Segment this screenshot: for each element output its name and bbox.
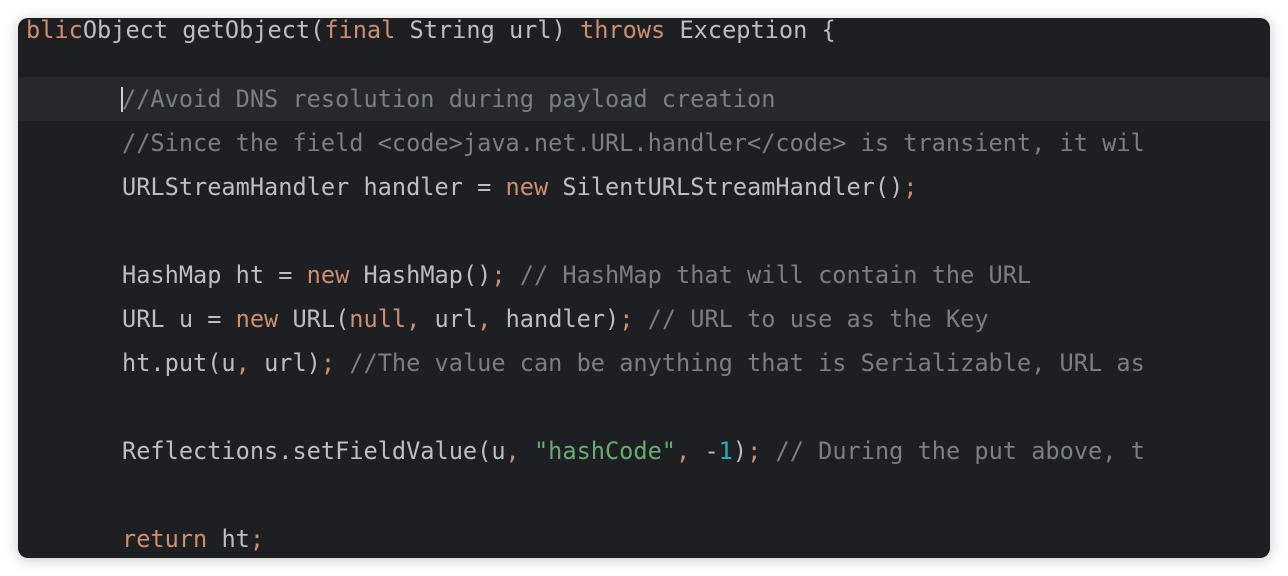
url-arg: url [420, 305, 478, 333]
semicolon: ; [619, 305, 634, 333]
code-line-handler[interactable]: URLStreamHandler handler = new SilentURL… [18, 165, 1270, 209]
comma: , [505, 437, 520, 465]
hashmap-declaration: HashMap ht = [122, 261, 307, 289]
minus-sign: - [690, 437, 719, 465]
code-line-method-signature[interactable]: blicObject getObject(final String url) t… [18, 18, 1270, 52]
return-value: ht [207, 525, 250, 553]
code-line-hashmap[interactable]: HashMap ht = new HashMap(); // HashMap t… [18, 253, 1270, 297]
semicolon: ; [903, 173, 918, 201]
number-literal: 1 [718, 437, 733, 465]
put-arg: url) [249, 349, 321, 377]
keyword-return: return [122, 525, 208, 553]
code-line-put[interactable]: ht.put(u, url); //The value can be anyth… [18, 341, 1270, 385]
comma: , [235, 349, 250, 377]
method-signature-param: String url) [395, 18, 581, 44]
comma: , [477, 305, 492, 333]
code-line-reflections[interactable]: Reflections.setFieldValue(u, "hashCode",… [18, 429, 1270, 473]
semicolon: ; [747, 437, 762, 465]
code-line-return[interactable]: return ht; [18, 517, 1270, 558]
semicolon: ; [320, 349, 336, 377]
code-line-url[interactable]: URL u = new URL(null, url, handler); // … [18, 297, 1270, 341]
comma: , [676, 437, 691, 465]
method-signature-text: Object getObject( [82, 18, 325, 44]
keyword-throws: throws [580, 18, 666, 44]
reflections-call: Reflections.setFieldValue(u [122, 437, 506, 465]
code-line-since-comment[interactable]: //Since the field <code>java.net.URL.han… [18, 121, 1270, 165]
code-editor-window: blicObject getObject(final String url) t… [18, 18, 1270, 558]
close-paren: ) [732, 437, 748, 465]
comment-url-key: // URL to use as the Key [633, 305, 989, 333]
comment-value-serializable: //The value can be anything that is Seri… [335, 349, 1145, 377]
hashmap-constructor: HashMap() [349, 261, 492, 289]
keyword-public: blic [26, 18, 83, 44]
string-hashcode: "hashCode" [519, 437, 677, 465]
keyword-final: final [324, 18, 396, 44]
keyword-new: new [505, 173, 549, 201]
code-line-current[interactable]: //Avoid DNS resolution during payload cr… [18, 77, 1270, 121]
url-declaration: URL u = [122, 305, 236, 333]
method-signature-exception: Exception { [665, 18, 836, 44]
handler-declaration: URLStreamHandler handler = [122, 173, 506, 201]
semicolon: ; [491, 261, 506, 289]
comment-avoid-dns: //Avoid DNS resolution during payload cr… [122, 85, 776, 113]
semicolon: ; [249, 525, 265, 553]
handler-arg: handler) [491, 305, 620, 333]
code-area[interactable]: blicObject getObject(final String url) t… [18, 18, 1270, 558]
keyword-new: new [235, 305, 279, 333]
handler-constructor: SilentURLStreamHandler() [548, 173, 904, 201]
url-constructor: URL( [278, 305, 350, 333]
comment-since-field: //Since the field <code>java.net.URL.han… [122, 129, 1145, 157]
put-call: ht.put(u [122, 349, 236, 377]
comma: , [406, 305, 421, 333]
keyword-new: new [306, 261, 350, 289]
comment-hashmap: // HashMap that will contain the URL [505, 261, 1032, 289]
comment-during-put: // During the put above, t [761, 437, 1145, 465]
keyword-null: null [349, 305, 407, 333]
